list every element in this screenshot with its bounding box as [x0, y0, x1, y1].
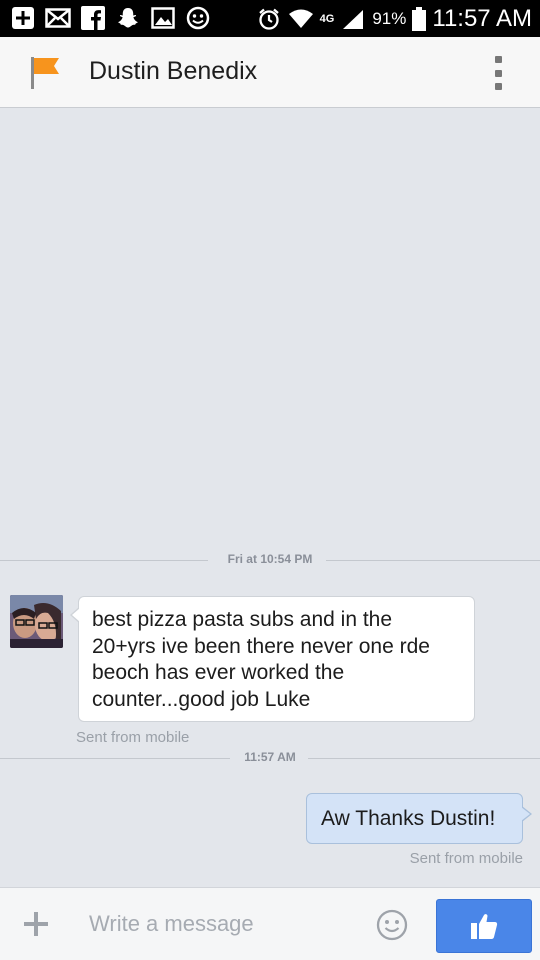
outgoing-message-bubble[interactable]: Aw Thanks Dustin!: [306, 793, 532, 844]
alarm-icon: [256, 7, 282, 31]
facebook-icon: [80, 6, 106, 30]
thumbs-up-icon: [471, 914, 498, 939]
outgoing-sent-from: Sent from mobile: [409, 850, 523, 867]
time-divider: Fri at 10:54 PM: [0, 550, 540, 570]
status-right: 4G 91% 11:57 AM: [256, 0, 532, 37]
divider-label: 11:57 AM: [234, 750, 306, 764]
signal-icon: [340, 7, 366, 31]
battery-icon: [412, 6, 427, 31]
contact-name: Dustin Benedix: [89, 57, 258, 85]
gallery-icon: [150, 6, 176, 30]
emoji-icon: [185, 6, 211, 30]
flag-icon[interactable]: [28, 55, 62, 91]
clock: 11:57 AM: [432, 4, 532, 32]
add-attachment-icon[interactable]: [22, 910, 50, 938]
notification-icons: [10, 6, 211, 30]
sticker-icon[interactable]: [376, 909, 408, 941]
avatar[interactable]: [10, 595, 63, 648]
message-thread[interactable]: Fri at 10:54 PM best pizza pasta subs an…: [0, 108, 540, 887]
add-icon: [10, 6, 36, 30]
message-composer: [0, 887, 540, 960]
wifi-icon: [288, 7, 314, 31]
status-bar: 4G 91% 11:57 AM: [0, 0, 540, 37]
overflow-menu-icon[interactable]: [491, 56, 505, 90]
incoming-sent-from: Sent from mobile: [76, 729, 190, 746]
incoming-message-bubble[interactable]: best pizza pasta subs and in the 20+yrs …: [70, 596, 475, 722]
battery-percent: 91%: [372, 8, 407, 28]
network-type: 4G: [319, 12, 335, 25]
time-divider: 11:57 AM: [0, 748, 540, 768]
mail-icon: [45, 6, 71, 30]
message-input[interactable]: [80, 902, 360, 946]
like-button[interactable]: [436, 899, 532, 953]
snapchat-icon: [115, 6, 141, 30]
divider-label: Fri at 10:54 PM: [217, 552, 323, 566]
conversation-header: Dustin Benedix: [0, 37, 540, 108]
